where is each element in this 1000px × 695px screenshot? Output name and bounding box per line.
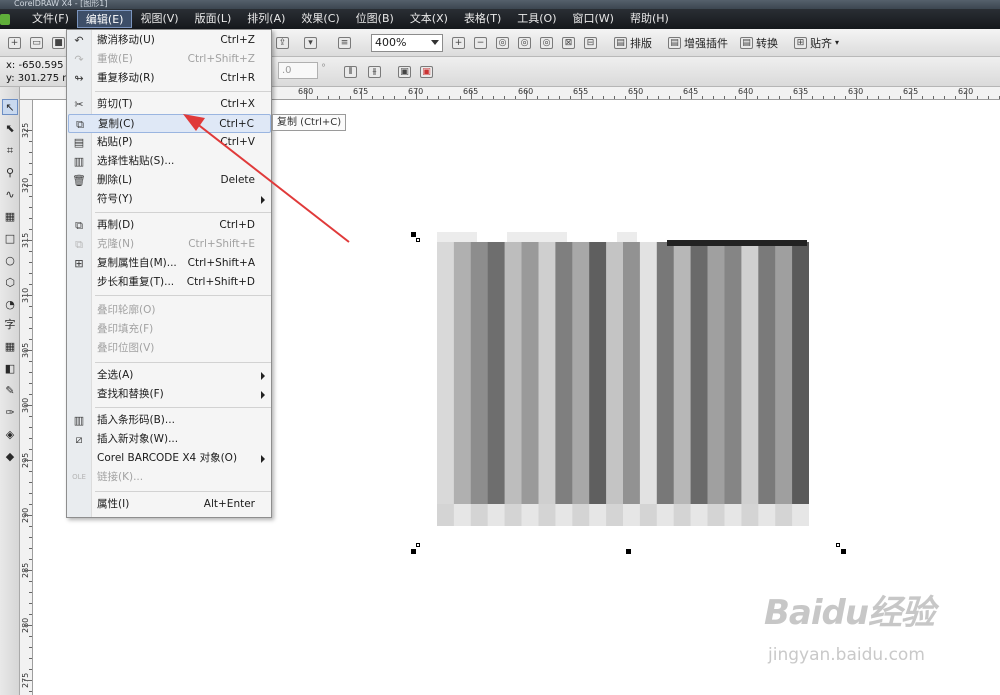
watermark-url: jingyan.baidu.com <box>768 645 925 665</box>
arrow-shaft <box>195 122 350 243</box>
baidu-watermark: Baidu经验 jingyan.baidu.com <box>764 585 984 680</box>
watermark-logo: Baidu经验 <box>764 593 935 633</box>
